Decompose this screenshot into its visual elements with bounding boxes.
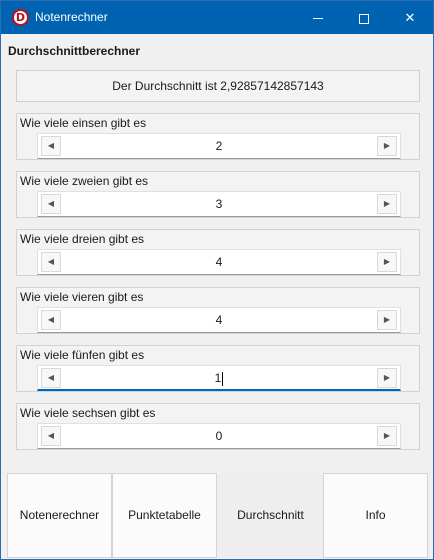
spinner-value[interactable]: 0 xyxy=(64,424,374,448)
app-icon: D xyxy=(12,9,29,26)
tab-notenerechner[interactable]: Notenerechner xyxy=(7,473,112,558)
spinner-value[interactable]: 3 xyxy=(64,192,374,216)
close-button[interactable]: ✕ xyxy=(387,1,433,34)
maximize-icon xyxy=(359,13,369,24)
group-label: Wie viele einsen gibt es xyxy=(20,116,147,130)
zweien-spinner[interactable]: ◀ 3 ▶ xyxy=(37,191,401,217)
group-label: Wie viele zweien gibt es xyxy=(20,174,149,188)
sechsen-spinner[interactable]: ◀ 0 ▶ xyxy=(37,423,401,449)
tab-punktetabelle[interactable]: Punktetabelle xyxy=(112,473,217,558)
tab-info[interactable]: Info xyxy=(323,473,428,558)
text-caret xyxy=(222,371,224,386)
main-content: Durchschnittberechner Der Durchschnitt i… xyxy=(1,34,433,559)
einsen-spinner[interactable]: ◀ 2 ▶ xyxy=(37,133,401,159)
arrow-left-icon[interactable]: ◀ xyxy=(41,426,61,446)
bottom-tab-bar: Notenerechner Punktetabelle Durchschnitt… xyxy=(1,471,433,559)
spinner-value[interactable]: 2 xyxy=(64,134,374,158)
vieren-spinner[interactable]: ◀ 4 ▶ xyxy=(37,307,401,333)
arrow-left-icon[interactable]: ◀ xyxy=(41,136,61,156)
fuenfen-spinner[interactable]: ◀ 1 ▶ xyxy=(37,365,401,391)
group-label: Wie viele sechsen gibt es xyxy=(20,406,156,420)
arrow-right-icon[interactable]: ▶ xyxy=(377,252,397,272)
result-display: Der Durchschnitt ist 2,92857142857143 xyxy=(16,70,420,102)
close-icon: ✕ xyxy=(404,10,416,25)
group-zweien: Wie viele zweien gibt es ◀ 3 ▶ xyxy=(16,171,420,218)
group-label: Wie viele dreien gibt es xyxy=(20,232,145,246)
group-einsen: Wie viele einsen gibt es ◀ 2 ▶ xyxy=(16,113,420,160)
minimize-icon xyxy=(313,18,323,20)
spinner-value-text: 1 xyxy=(214,371,222,385)
app-window: D Notenrechner ✕ Durchschnittberechner D… xyxy=(0,0,434,560)
minimize-button[interactable] xyxy=(295,1,341,34)
arrow-right-icon[interactable]: ▶ xyxy=(377,136,397,156)
arrow-right-icon[interactable]: ▶ xyxy=(377,310,397,330)
group-label: Wie viele vieren gibt es xyxy=(20,290,144,304)
window-title: Notenrechner xyxy=(35,10,108,24)
spinner-value[interactable]: 4 xyxy=(64,308,374,332)
group-sechsen: Wie viele sechsen gibt es ◀ 0 ▶ xyxy=(16,403,420,450)
arrow-right-icon[interactable]: ▶ xyxy=(377,426,397,446)
arrow-left-icon[interactable]: ◀ xyxy=(41,252,61,272)
dreien-spinner[interactable]: ◀ 4 ▶ xyxy=(37,249,401,275)
group-fuenfen: Wie viele fünfen gibt es ◀ 1 ▶ xyxy=(16,345,420,392)
arrow-right-icon[interactable]: ▶ xyxy=(377,194,397,214)
arrow-left-icon[interactable]: ◀ xyxy=(41,194,61,214)
arrow-right-icon[interactable]: ▶ xyxy=(377,368,397,388)
tab-durchschnitt[interactable]: Durchschnitt xyxy=(218,473,323,558)
title-bar[interactable]: D Notenrechner ✕ xyxy=(1,1,433,34)
arrow-left-icon[interactable]: ◀ xyxy=(41,310,61,330)
group-dreien: Wie viele dreien gibt es ◀ 4 ▶ xyxy=(16,229,420,276)
maximize-button[interactable] xyxy=(341,1,387,34)
arrow-left-icon[interactable]: ◀ xyxy=(41,368,61,388)
spinner-value[interactable]: 1 xyxy=(64,366,374,390)
group-label: Wie viele fünfen gibt es xyxy=(20,348,145,362)
page-title: Durchschnittberechner xyxy=(8,44,141,58)
spinner-value[interactable]: 4 xyxy=(64,250,374,274)
group-vieren: Wie viele vieren gibt es ◀ 4 ▶ xyxy=(16,287,420,334)
